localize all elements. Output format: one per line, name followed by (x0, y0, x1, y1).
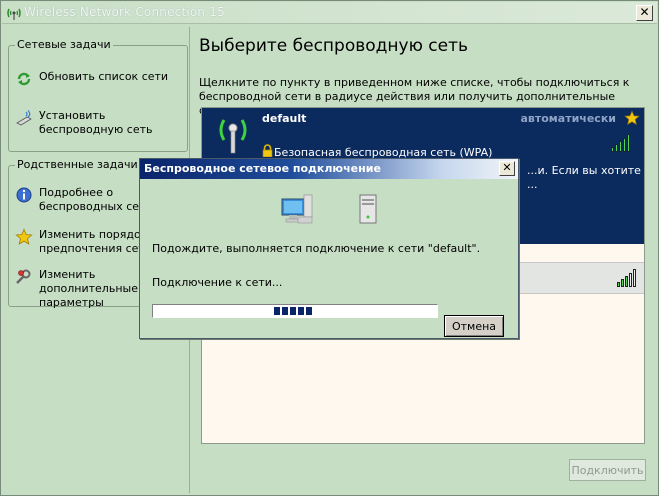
connecting-dialog: Беспроводное сетевое подключение ✕ Подож… (139, 158, 519, 339)
task-label: Установить беспроводную сеть (39, 109, 153, 136)
title-bar[interactable]: Wireless Network Connection 15 ✕ (2, 2, 657, 24)
network-connection-mode: автоматически (520, 112, 616, 125)
lock-icon (262, 144, 273, 157)
task-label: Обновить список сети (39, 70, 169, 83)
dialog-close-button[interactable]: ✕ (499, 161, 515, 176)
signal-strength-bars (611, 134, 630, 152)
task-setup-wireless-network[interactable]: Установить беспроводную сеть (15, 109, 189, 137)
wireless-network-window: Wireless Network Connection 15 ✕ Сетевые… (0, 0, 659, 496)
dialog-title-bar[interactable]: Беспроводное сетевое подключение ✕ (140, 159, 518, 179)
dialog-title: Беспроводное сетевое подключение (144, 162, 381, 175)
page-title: Выберите беспроводную сеть (199, 36, 469, 56)
setup-wireless-icon (16, 110, 32, 126)
network-name: default (262, 112, 307, 125)
computer-icon (281, 194, 313, 224)
progress-fill (274, 307, 312, 315)
wireless-network-icon (7, 8, 21, 20)
connection-progress-bar (152, 304, 438, 318)
cancel-button[interactable]: Отмена (444, 315, 504, 337)
signal-strength-bars (617, 269, 636, 287)
settings-icon (16, 269, 31, 284)
related-tasks-title: Родственные задачи (15, 158, 140, 171)
task-refresh-network-list[interactable]: Обновить список сети (15, 70, 189, 88)
window-title: Wireless Network Connection 15 (24, 5, 225, 19)
refresh-icon (17, 72, 31, 86)
connection-status: Подключение к сети... (152, 276, 283, 289)
network-details: ...и. Если вы хотите ... (527, 164, 641, 191)
connect-button[interactable]: Подключить (569, 459, 646, 481)
window-close-button[interactable]: ✕ (636, 5, 653, 21)
info-icon (16, 187, 32, 203)
preferred-star-icon (624, 110, 640, 125)
star-icon (15, 228, 33, 245)
network-tasks-group: Сетевые задачи Обновить список сети Уста… (8, 38, 189, 152)
network-server-icon (359, 194, 377, 224)
network-tasks-title: Сетевые задачи (15, 38, 113, 51)
dialog-message: Подождите, выполняется подключение к сет… (152, 242, 481, 255)
wireless-antenna-icon (219, 119, 247, 154)
